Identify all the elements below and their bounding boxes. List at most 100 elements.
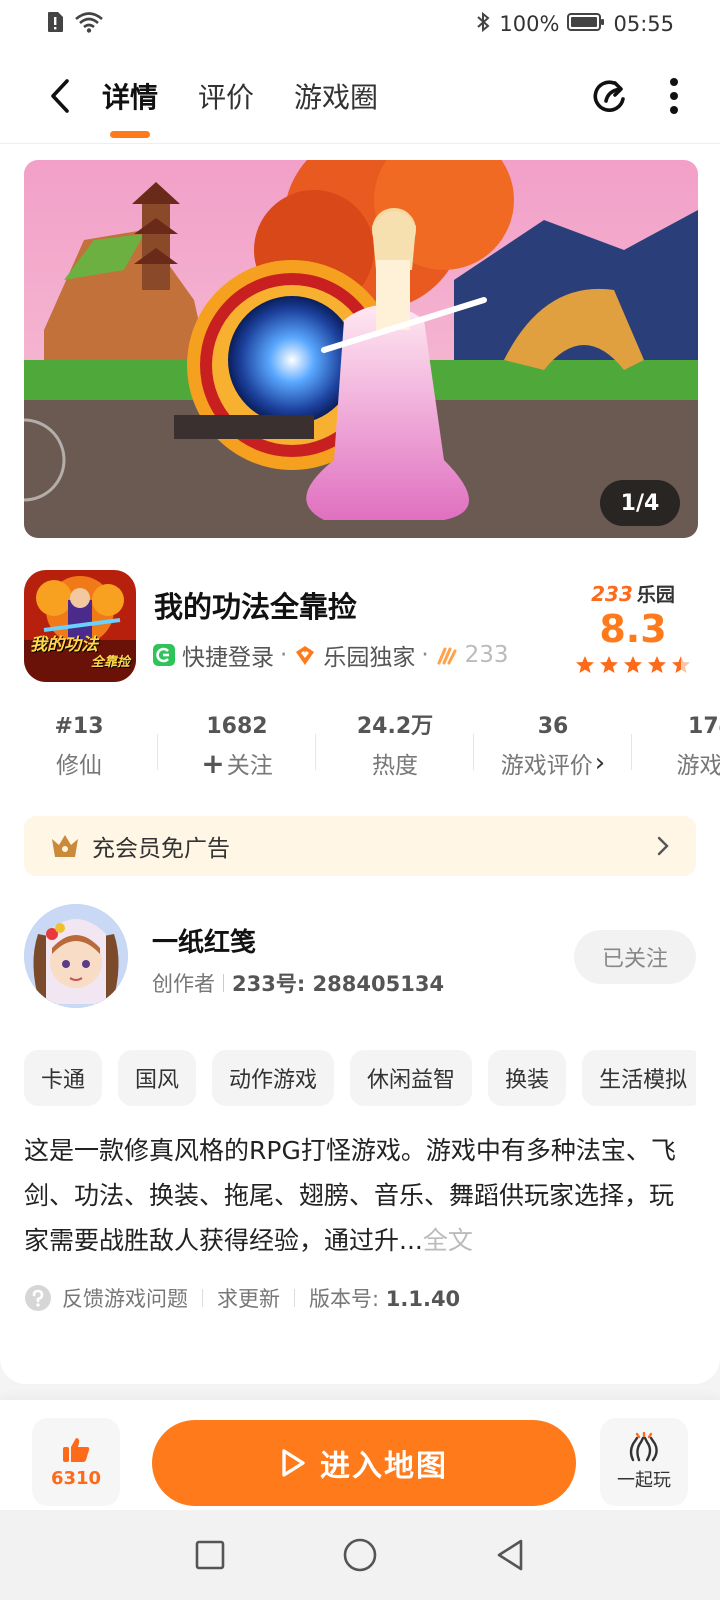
game-meta-row: 反馈游戏问题 求更新 版本号: 1.1.40 [24,1278,460,1318]
status-left [46,11,104,38]
square-icon [195,1540,225,1570]
rating-stars [568,655,698,675]
circle-icon [343,1538,377,1572]
more-button[interactable] [668,76,680,116]
hands-icon [437,647,457,665]
clock: 05:55 [613,12,674,36]
version-value: 1.1.40 [385,1287,461,1311]
stat-posts-value: 174 [688,714,720,739]
battery-icon [567,12,605,37]
request-update-link[interactable]: 求更新 [217,1283,280,1313]
genre-tag[interactable]: 换装 [488,1050,567,1106]
genre-tag[interactable]: 卡通 [24,1050,103,1106]
creator-id: 233号: 288405134 [232,972,445,996]
enter-map-button[interactable]: 进入地图 [152,1420,576,1506]
exclusive-tag: 乐园独家 [293,638,415,672]
star-icon [624,656,642,673]
game-description: 这是一款修真风格的RPG打怪游戏。游戏中有多种法宝、飞剑、功法、换装、拖尾、翅膀… [24,1128,696,1263]
star-icon [648,656,666,673]
genre-tag[interactable]: 动作游戏 [212,1050,335,1106]
follow-button[interactable]: 已关注 [574,930,696,984]
rating-brand-text: 乐园 [636,584,675,606]
stat-popularity: 24.2万 热度 [316,712,474,792]
creator-meta: 创作者 233号: 288405134 [152,968,444,998]
play-together-label: 一起玩 [617,1470,671,1491]
genre-tag[interactable]: 生活模拟 [582,1050,696,1106]
game-icon-logo-text: 我的功法 全靠捡 [30,636,130,672]
stat-follow-value: 1682 [206,714,268,739]
stat-posts[interactable]: 174 游戏帖 [632,712,720,792]
stat-popularity-label: 热度 [372,753,418,779]
bottom-action-bar: 6310 进入地图 一起玩 [0,1400,720,1510]
back-button[interactable] [30,66,90,126]
sim-alert-icon [46,11,64,38]
stat-popularity-value: 24.2万 [356,714,434,739]
game-feature-tags: 快捷登录 · 乐园独家 · 233 [152,638,552,672]
heart-badge-icon [296,646,315,665]
battery-percent: 100% [499,12,560,36]
game-title: 我的功法全靠捡 [154,590,358,624]
creator-name[interactable]: 一纸红笺 [152,922,256,959]
version-label: 版本号: [309,1287,380,1311]
stat-follow[interactable]: 1682 + 关注 [158,712,316,792]
tab-reviews[interactable]: 评价 [198,48,254,144]
vip-ad-free-banner[interactable]: 充会员免广告 [24,816,696,876]
creator-row: 一纸红笺 创作者 233号: 288405134 已关注 [24,904,696,1008]
card-bottom-edge [0,1350,720,1400]
carousel-page-indicator: 1/4 [600,480,680,526]
divider [202,1289,203,1307]
top-nav: 详情 评价 游戏圈 [0,48,720,144]
enter-map-label: 进入地图 [320,1449,448,1484]
rating-brand: 233 乐园 [568,580,698,607]
system-nav-bar [0,1510,720,1600]
divider [294,1289,295,1307]
triangle-back-icon [497,1539,523,1571]
help-circle-icon [25,1285,51,1311]
like-button[interactable]: 6310 [32,1418,120,1506]
share-button[interactable] [590,75,632,117]
genre-tags: 卡通 国风 动作游戏 休闲益智 换装 生活模拟 [24,1050,696,1106]
stats-row: #13 修仙 1682 + 关注 24.2万 热度 36 游戏评价 › 174 … [0,712,720,792]
chevron-right-icon [657,836,669,856]
more-vertical-icon [670,77,678,114]
game-screenshot-image [24,160,698,538]
avatar-image [24,904,128,1008]
avatar[interactable] [24,904,128,1008]
tab-game-circle[interactable]: 游戏圈 [294,48,378,144]
game-icon-logo-line2: 全靠捡 [90,655,130,670]
stat-reviews[interactable]: 36 游戏评价 › [474,712,632,792]
screenshot-carousel[interactable]: 1/4 [24,160,698,538]
half-star-icon [672,656,690,673]
version-info: 版本号: 1.1.40 [309,1283,460,1313]
tab-details[interactable]: 详情 [102,48,158,144]
tag-separator: · [421,642,429,668]
system-back-button[interactable] [485,1530,535,1580]
play-together-button[interactable]: 一起玩 [600,1418,688,1506]
stat-reviews-label: 游戏评价 [500,753,593,779]
share-icon [593,79,625,112]
home-button[interactable] [335,1530,385,1580]
description-text: 这是一款修真风格的RPG打怪游戏。游戏中有多种法宝、飞剑、功法、换装、拖尾、翅膀… [24,1136,676,1255]
stat-rank[interactable]: #13 修仙 [0,712,158,792]
stat-reviews-value: 36 [537,714,569,739]
game-info: 我的功法 全靠捡 我的功法全靠捡 快捷登录 · 乐园独家 · 233 233 乐… [24,570,698,686]
feedback-label: 反馈游戏问题 [62,1287,188,1311]
quick-login-tag: 快捷登录 [152,638,274,672]
recents-button[interactable] [185,1530,235,1580]
rating-brand-number: 233 [591,581,633,606]
genre-tag[interactable]: 休闲益智 [350,1050,473,1106]
divider [223,974,224,992]
chevron-left-icon [51,78,69,113]
feedback-link[interactable]: 反馈游戏问题 [24,1283,188,1313]
stat-rank-label: 修仙 [56,753,102,779]
star-icon [576,656,594,673]
quick-login-label: 快捷登录 [182,645,274,671]
game-icon[interactable]: 我的功法 全靠捡 [24,570,136,682]
header-actions [590,75,680,117]
genre-tag[interactable]: 国风 [118,1050,197,1106]
card-bottom-fill [0,1350,720,1384]
tag-separator: · [280,642,288,668]
vip-label: 充会员免广告 [92,836,230,862]
rating-block: 233 乐园 8.3 [568,570,698,682]
read-more-link[interactable]: 全文 [423,1226,473,1255]
